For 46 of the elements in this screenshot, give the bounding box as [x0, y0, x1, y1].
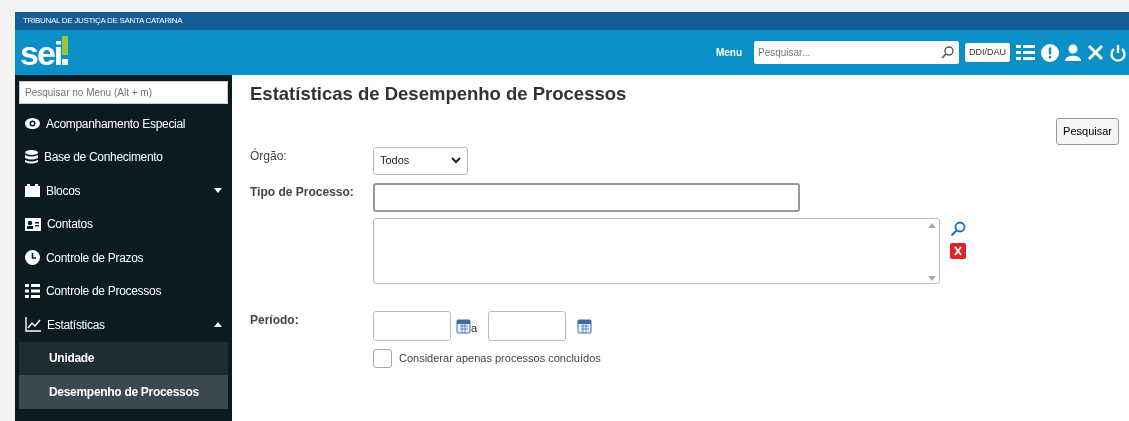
- menu-search-field[interactable]: Pesquisar no Menu (Alt + m): [19, 81, 228, 104]
- search-icon[interactable]: [950, 220, 966, 237]
- logo: sei: [20, 35, 69, 70]
- organization-name: TRIBUNAL DE JUSTIÇA DE SANTA CATARINA: [15, 12, 1129, 30]
- menu-item[interactable]: Acompanhamento Especial: [19, 107, 228, 141]
- menu-label[interactable]: Menu: [715, 45, 742, 60]
- chevron-icon: [451, 157, 461, 165]
- alert-icon[interactable]: [1041, 43, 1059, 62]
- calendar-icon[interactable]: [456, 317, 471, 334]
- submenu-item[interactable]: Desempenho de Processos: [19, 375, 228, 409]
- search-button[interactable]: Pesquisar: [1056, 118, 1119, 145]
- process-type-field[interactable]: [373, 182, 800, 212]
- menu-item[interactable]: Contatos: [19, 207, 228, 241]
- scroll-down-icon[interactable]: [928, 275, 936, 281]
- power-icon[interactable]: [1110, 43, 1126, 62]
- remove-icon[interactable]: [950, 242, 966, 259]
- field-label: Tipo de Processo:: [250, 183, 355, 201]
- scroll-up-icon[interactable]: [928, 222, 936, 228]
- search-icon[interactable]: [941, 46, 954, 59]
- eye-icon: [25, 118, 40, 130]
- unit-button[interactable]: DDI/DAU: [965, 42, 1010, 63]
- menu-item[interactable]: Controle de Prazos: [19, 241, 228, 275]
- menu-item[interactable]: Blocos: [19, 174, 228, 208]
- menu-item[interactable]: Controle de Processos: [19, 274, 228, 308]
- checkbox[interactable]: [373, 348, 392, 368]
- contact-card-icon: [25, 217, 41, 231]
- organ-select[interactable]: Todos: [373, 146, 468, 175]
- start-date-field[interactable]: [373, 310, 451, 341]
- field-label: Órgão:: [250, 147, 288, 165]
- search-field[interactable]: Pesquisar...: [754, 41, 959, 64]
- menu-item[interactable]: Estatísticas: [19, 308, 228, 342]
- database-icon: [25, 150, 38, 165]
- page-title: Estatísticas de Desempenho de Processos: [250, 83, 628, 106]
- process-type-listbox[interactable]: [373, 217, 940, 284]
- user-icon[interactable]: [1065, 44, 1081, 61]
- clock-icon: [25, 250, 40, 266]
- separator-text: a: [471, 322, 478, 334]
- menu-item[interactable]: Base de Conhecimento: [19, 140, 228, 174]
- list-icon: [25, 284, 40, 299]
- submenu-item[interactable]: Unidade: [19, 341, 228, 375]
- field-label: Período:: [250, 311, 300, 329]
- list-icon[interactable]: [1016, 44, 1035, 61]
- calendar-icon[interactable]: [577, 317, 593, 334]
- end-date-field[interactable]: [488, 310, 567, 341]
- checkbox-label: Considerar apenas processos concluídos: [399, 350, 601, 366]
- line-chart-icon: [25, 317, 41, 333]
